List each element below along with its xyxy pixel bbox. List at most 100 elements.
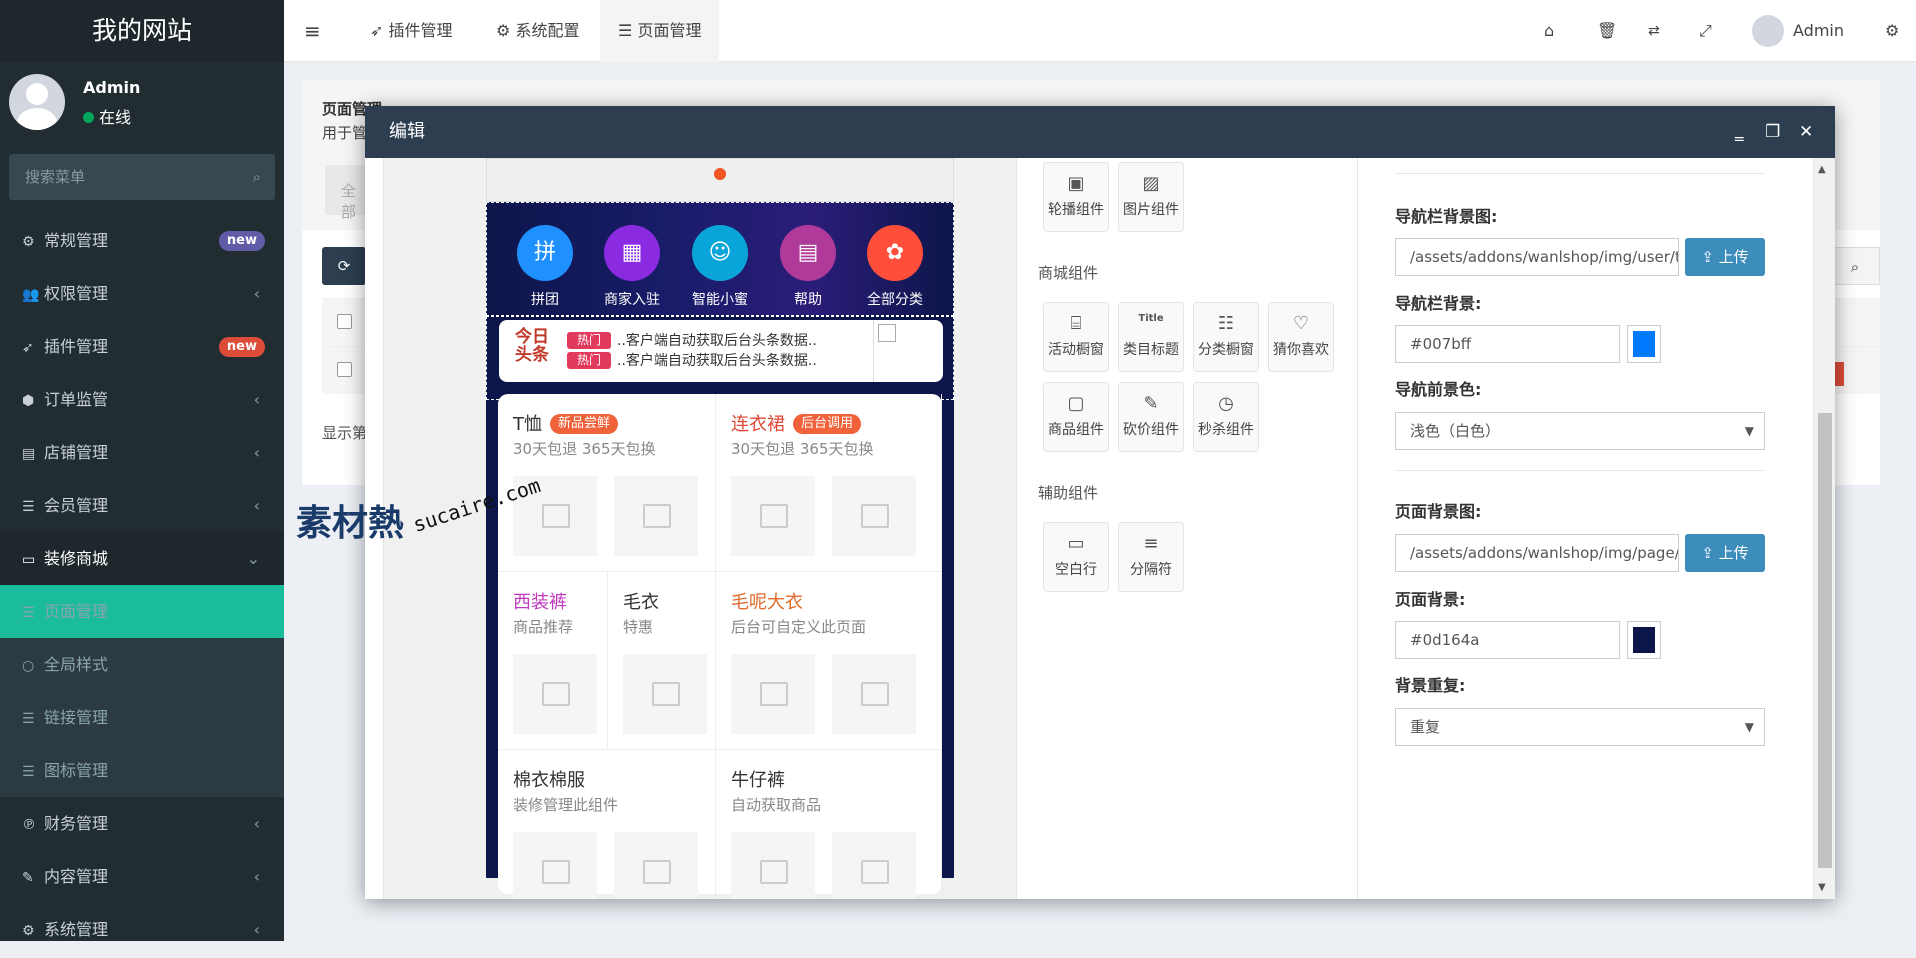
sidebar: 我的网站 Admin 在线 搜索菜单 ⌕ ⚙ 常规管理 new 👥 权限管理 ‹ ➶ 插件管理 n… — [0, 0, 284, 941]
cell-subtitle: 装修管理此组件 — [513, 796, 619, 814]
tab-page-manage[interactable]: ☰ 页面管理 — [600, 0, 720, 62]
grid-cell[interactable]: 牛仔裤 自动获取商品 — [716, 750, 942, 899]
cell-title: 毛呢大衣 — [731, 588, 803, 614]
modal-body: 拼拼团 ▦ 商家入驻 ☺ 智能小蜜 ▤ 帮助 ✿ 全部分类 今日 头条 热门 热门 ..客户端自… — [365, 158, 1835, 899]
nav-bg-color-swatch[interactable] — [1627, 325, 1661, 363]
nav-icon[interactable]: 拼 — [517, 225, 573, 281]
page-bg-color-swatch[interactable] — [1627, 621, 1661, 659]
sidebar-item[interactable]: ⚙ 系统管理 ‹ — [0, 903, 284, 956]
close-icon[interactable]: ✕ — [1799, 106, 1813, 158]
component-button[interactable]: ◷ 秒杀组件 — [1193, 382, 1259, 452]
search-icon[interactable]: ⌕ — [1830, 247, 1880, 285]
sidebar-item[interactable]: ▤ 店铺管理 ‹ — [0, 426, 284, 479]
chevron-left-icon: ‹ — [253, 920, 260, 939]
phone-top-bar[interactable] — [486, 158, 954, 202]
upload-button[interactable]: ⇪ 上传 — [1685, 534, 1765, 572]
tab-plugin-manage[interactable]: ➶ 插件管理 — [358, 0, 465, 62]
sidebar-item[interactable]: ⚙ 常规管理 new — [0, 214, 284, 267]
nav-icon[interactable]: ☺ — [692, 225, 748, 281]
grid-cell[interactable]: 西装裤 商品推荐 — [498, 572, 608, 750]
bg-repeat-select[interactable]: 重复 ▼ — [1395, 708, 1765, 746]
cell-subtitle: 自动获取商品 — [731, 796, 822, 814]
search-icon[interactable]: ⌕ — [253, 154, 261, 200]
sidebar-item[interactable]: ➶ 插件管理 new — [0, 320, 284, 373]
sidebar-item[interactable]: ✎ 内容管理 ‹ — [0, 850, 284, 903]
site-logo[interactable]: 我的网站 — [0, 0, 284, 62]
component-button[interactable]: ▣ 轮播组件 — [1043, 162, 1109, 232]
nav-icon[interactable]: ▦ — [604, 225, 660, 281]
news-section[interactable]: 今日 头条 热门 热门 ..客户端自动获取后台头条数据.. ..客户端自动获取后… — [486, 316, 954, 400]
trash-icon[interactable]: 🗑 — [1597, 0, 1617, 62]
home-icon[interactable]: ⌂ — [1544, 0, 1554, 62]
scrollbar-thumb[interactable] — [1818, 413, 1832, 868]
product-grid[interactable]: T恤 新品尝鲜 30天包退 365天包换 连衣裙 后台调用 30天包退 365天包换 西装裤… — [498, 394, 942, 899]
online-dot-icon — [83, 112, 94, 123]
scroll-up-icon[interactable]: ▲ — [1818, 164, 1826, 175]
cell-title-text: 西装裤 — [513, 592, 567, 613]
news-image — [873, 320, 943, 382]
settings-icon[interactable]: ⚙ — [1885, 0, 1899, 62]
grid-cell[interactable]: 毛呢大衣 后台可自定义此页面 — [716, 572, 942, 750]
image-placeholder-icon — [513, 832, 597, 899]
sidebar-item[interactable]: 👥 权限管理 ‹ — [0, 267, 284, 320]
admin-name: Admin — [1793, 21, 1844, 40]
component-button[interactable]: ▢ 商品组件 — [1043, 382, 1109, 452]
hamburger-icon[interactable]: ≡ — [304, 0, 334, 62]
sidebar-item[interactable]: ⬢ 订单监管 ‹ — [0, 373, 284, 426]
upload-button[interactable]: ⇪ 上传 — [1685, 238, 1765, 276]
nav-fg-select[interactable]: 浅色（白色） ▼ — [1395, 412, 1765, 450]
refresh-button[interactable]: ⟳ — [322, 247, 366, 285]
select-all-checkbox[interactable] — [337, 314, 352, 329]
cell-tag: 后台调用 — [793, 414, 862, 434]
sidebar-item[interactable]: ○ 全局样式 — [0, 638, 284, 691]
grid-cell[interactable]: 连衣裙 后台调用 30天包退 365天包换 — [716, 394, 942, 572]
sidebar-item[interactable]: ☰ 链接管理 — [0, 691, 284, 744]
nav-bg-color-input[interactable]: #007bff — [1395, 325, 1620, 363]
sidebar-item[interactable]: ▭ 装修商城 ⌄ — [0, 532, 284, 585]
component-button[interactable]: ⌸ 活动橱窗 — [1043, 302, 1109, 372]
news-line: ..客户端自动获取后台头条数据.. — [617, 333, 817, 349]
nav-icon-section[interactable]: 拼拼团 ▦ 商家入驻 ☺ 智能小蜜 ▤ 帮助 ✿ 全部分类 — [486, 202, 954, 316]
minimize-icon[interactable]: ‗ — [1735, 106, 1744, 158]
sidebar-item[interactable]: ℗ 财务管理 ‹ — [0, 797, 284, 850]
translate-icon[interactable]: ⇄ — [1648, 0, 1660, 62]
sidebar-item[interactable]: ☰ 页面管理 — [0, 585, 284, 638]
sidebar-item[interactable]: ☰ 图标管理 — [0, 744, 284, 797]
fullscreen-icon[interactable]: ⤢ — [1699, 0, 1712, 62]
page-bg-image-input[interactable]: /assets/addons/wanlshop/img/page/bg — [1395, 534, 1679, 572]
hot-tag: 热门 — [567, 352, 611, 369]
menu-search-input[interactable]: 搜索菜单 ⌕ — [9, 154, 275, 200]
component-button[interactable]: ♡ 猜你喜欢 — [1268, 302, 1334, 372]
page-bg-color-input[interactable]: #0d164a — [1395, 621, 1620, 659]
admin-menu[interactable]: Admin — [1752, 0, 1844, 62]
sidebar-item[interactable]: ☰ 会员管理 ‹ — [0, 479, 284, 532]
component-button[interactable]: ✎ 砍价组件 — [1118, 382, 1184, 452]
component-label: 猜你喜欢 — [1273, 342, 1329, 358]
users-icon: 👥 — [22, 287, 40, 303]
component-label: 轮播组件 — [1048, 202, 1104, 218]
grid-cell[interactable]: 毛衣 特惠 — [608, 572, 716, 750]
pagination-info: 显示第 — [322, 424, 368, 442]
component-button[interactable]: Title 类目标题 — [1118, 302, 1184, 372]
sidebar-item-label: 插件管理 — [44, 337, 109, 356]
component-button[interactable]: ▭ 空白行 — [1043, 522, 1109, 592]
component-button[interactable]: ≡ 分隔符 — [1118, 522, 1184, 592]
status-text: 在线 — [99, 108, 132, 127]
page-bg-image-label: 页面背景图: — [1395, 502, 1482, 521]
cell-title-text: 毛衣 — [623, 592, 659, 613]
scrollbar[interactable]: ▲ ▼ — [1813, 158, 1835, 899]
scroll-down-icon[interactable]: ▼ — [1818, 882, 1826, 893]
top-navbar: ≡ ➶ 插件管理 ⚙ 系统配置 ☰ 页面管理 ⌂ 🗑 ⇄ ⤢ Admin ⚙ — [284, 0, 1916, 62]
nav-bg-image-input[interactable]: /assets/addons/wanlshop/img/user/top — [1395, 238, 1679, 276]
image-placeholder-icon — [832, 476, 916, 556]
row-checkbox[interactable] — [337, 362, 352, 377]
component-button[interactable]: ☷ 分类橱窗 — [1193, 302, 1259, 372]
tab-system-config[interactable]: ⚙ 系统配置 — [484, 0, 591, 62]
nav-icon[interactable]: ▤ — [780, 225, 836, 281]
nav-icon[interactable]: ✿ — [867, 225, 923, 281]
sidebar-item-label: 系统管理 — [44, 920, 109, 939]
maximize-icon[interactable]: ❐ — [1765, 106, 1780, 158]
grid-cell[interactable]: 棉衣棉服 装修管理此组件 — [498, 750, 716, 899]
modal-header: 编辑 ‗ ❐ ✕ — [365, 106, 1835, 158]
component-button[interactable]: ▨ 图片组件 — [1118, 162, 1184, 232]
